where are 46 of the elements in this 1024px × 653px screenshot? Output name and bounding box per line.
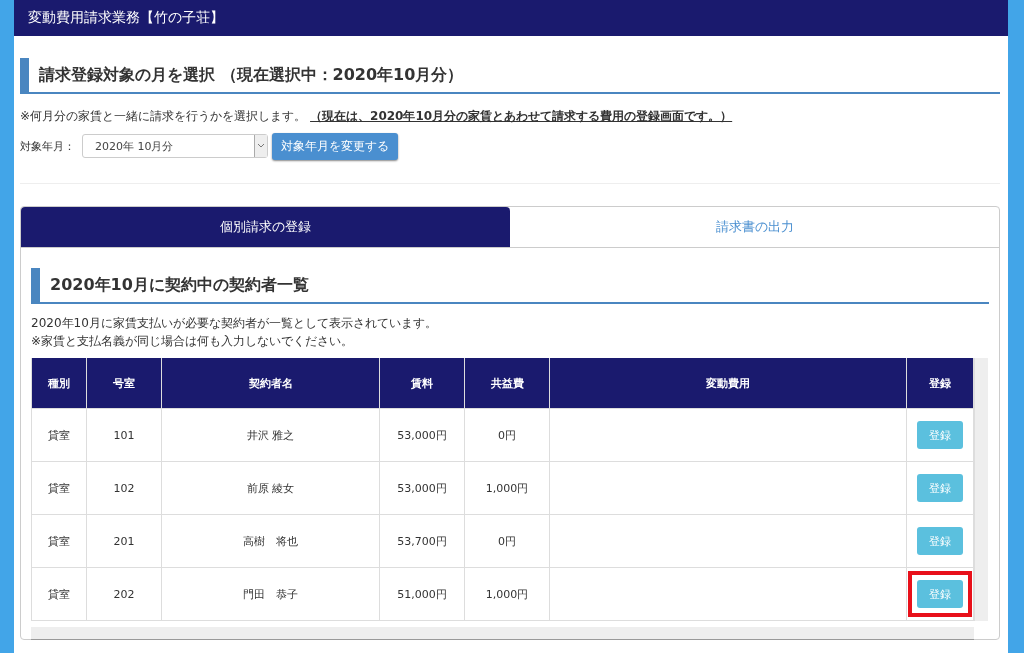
table-cell: 1,000円	[485, 587, 529, 601]
table-cell: 1,000円	[485, 481, 529, 495]
table-cell: 井沢 雅之	[246, 428, 295, 442]
section-heading: 2020年10月に契約中の契約者一覧	[49, 274, 309, 296]
caret-icon	[254, 135, 267, 157]
table-cell: 貸室	[48, 428, 70, 442]
tab[interactable]: 請求書の出力	[510, 207, 999, 247]
table-cell: 貸室	[48, 481, 70, 495]
table-cell: 53,000円	[397, 481, 447, 495]
description-text: ※家賃と支払名義が同じ場合は何も入力しないでください。	[31, 333, 355, 350]
page-header: 変動費用請求業務【竹の子荘】	[14, 0, 1008, 36]
tab[interactable]: 個別請求の登録	[21, 207, 510, 247]
table-cell: 53,700円	[397, 534, 447, 548]
table-cell: 前原 綾女	[246, 481, 295, 495]
table-cell: 0円	[498, 428, 516, 442]
table-cell: 201	[113, 534, 135, 548]
table-cell: 102	[113, 481, 135, 495]
register-button[interactable]: 登録	[917, 580, 963, 608]
current-month-note: （現在は、2020年10月分の家賃とあわせて請求する費用の登録画面です。）	[310, 108, 733, 125]
instruction-text: ※何月分の家賃と一緒に請求を行うかを選択します。	[20, 108, 307, 125]
month-select[interactable]: 2020年 10月分	[82, 134, 268, 158]
column-header: 共益費	[464, 358, 550, 409]
column-header: 種別	[31, 358, 87, 409]
table-cell: 門田 恭子	[243, 587, 298, 601]
table-cell: 高樹 将也	[243, 534, 298, 548]
column-header: 契約者名	[161, 358, 380, 409]
section-heading: 請求登録対象の月を選択 （現在選択中：2020年10月分）	[38, 64, 464, 86]
table-cell: 202	[113, 587, 135, 601]
column-header: 賃料	[379, 358, 465, 409]
field-label: 対象年月：	[20, 138, 76, 154]
description-text: 2020年10月に家賃支払いが必要な契約者が一覧として表示されています。	[31, 315, 438, 332]
column-header: 登録	[906, 358, 974, 409]
table-cell: 貸室	[48, 587, 70, 601]
change-month-button[interactable]: 対象年月を変更する	[272, 132, 398, 160]
table-cell: 0円	[498, 534, 516, 548]
table-cell: 51,000円	[397, 587, 447, 601]
column-header: 号室	[86, 358, 162, 409]
column-header: 変動費用	[549, 358, 907, 409]
vertical-scrollbar[interactable]	[974, 358, 988, 621]
register-button[interactable]: 登録	[917, 421, 963, 449]
horizontal-scrollbar[interactable]	[31, 627, 974, 640]
table-cell: 貸室	[48, 534, 70, 548]
register-button[interactable]: 登録	[917, 474, 963, 502]
register-button[interactable]: 登録	[917, 527, 963, 555]
table-cell: 53,000円	[397, 428, 447, 442]
table-cell: 101	[113, 428, 135, 442]
